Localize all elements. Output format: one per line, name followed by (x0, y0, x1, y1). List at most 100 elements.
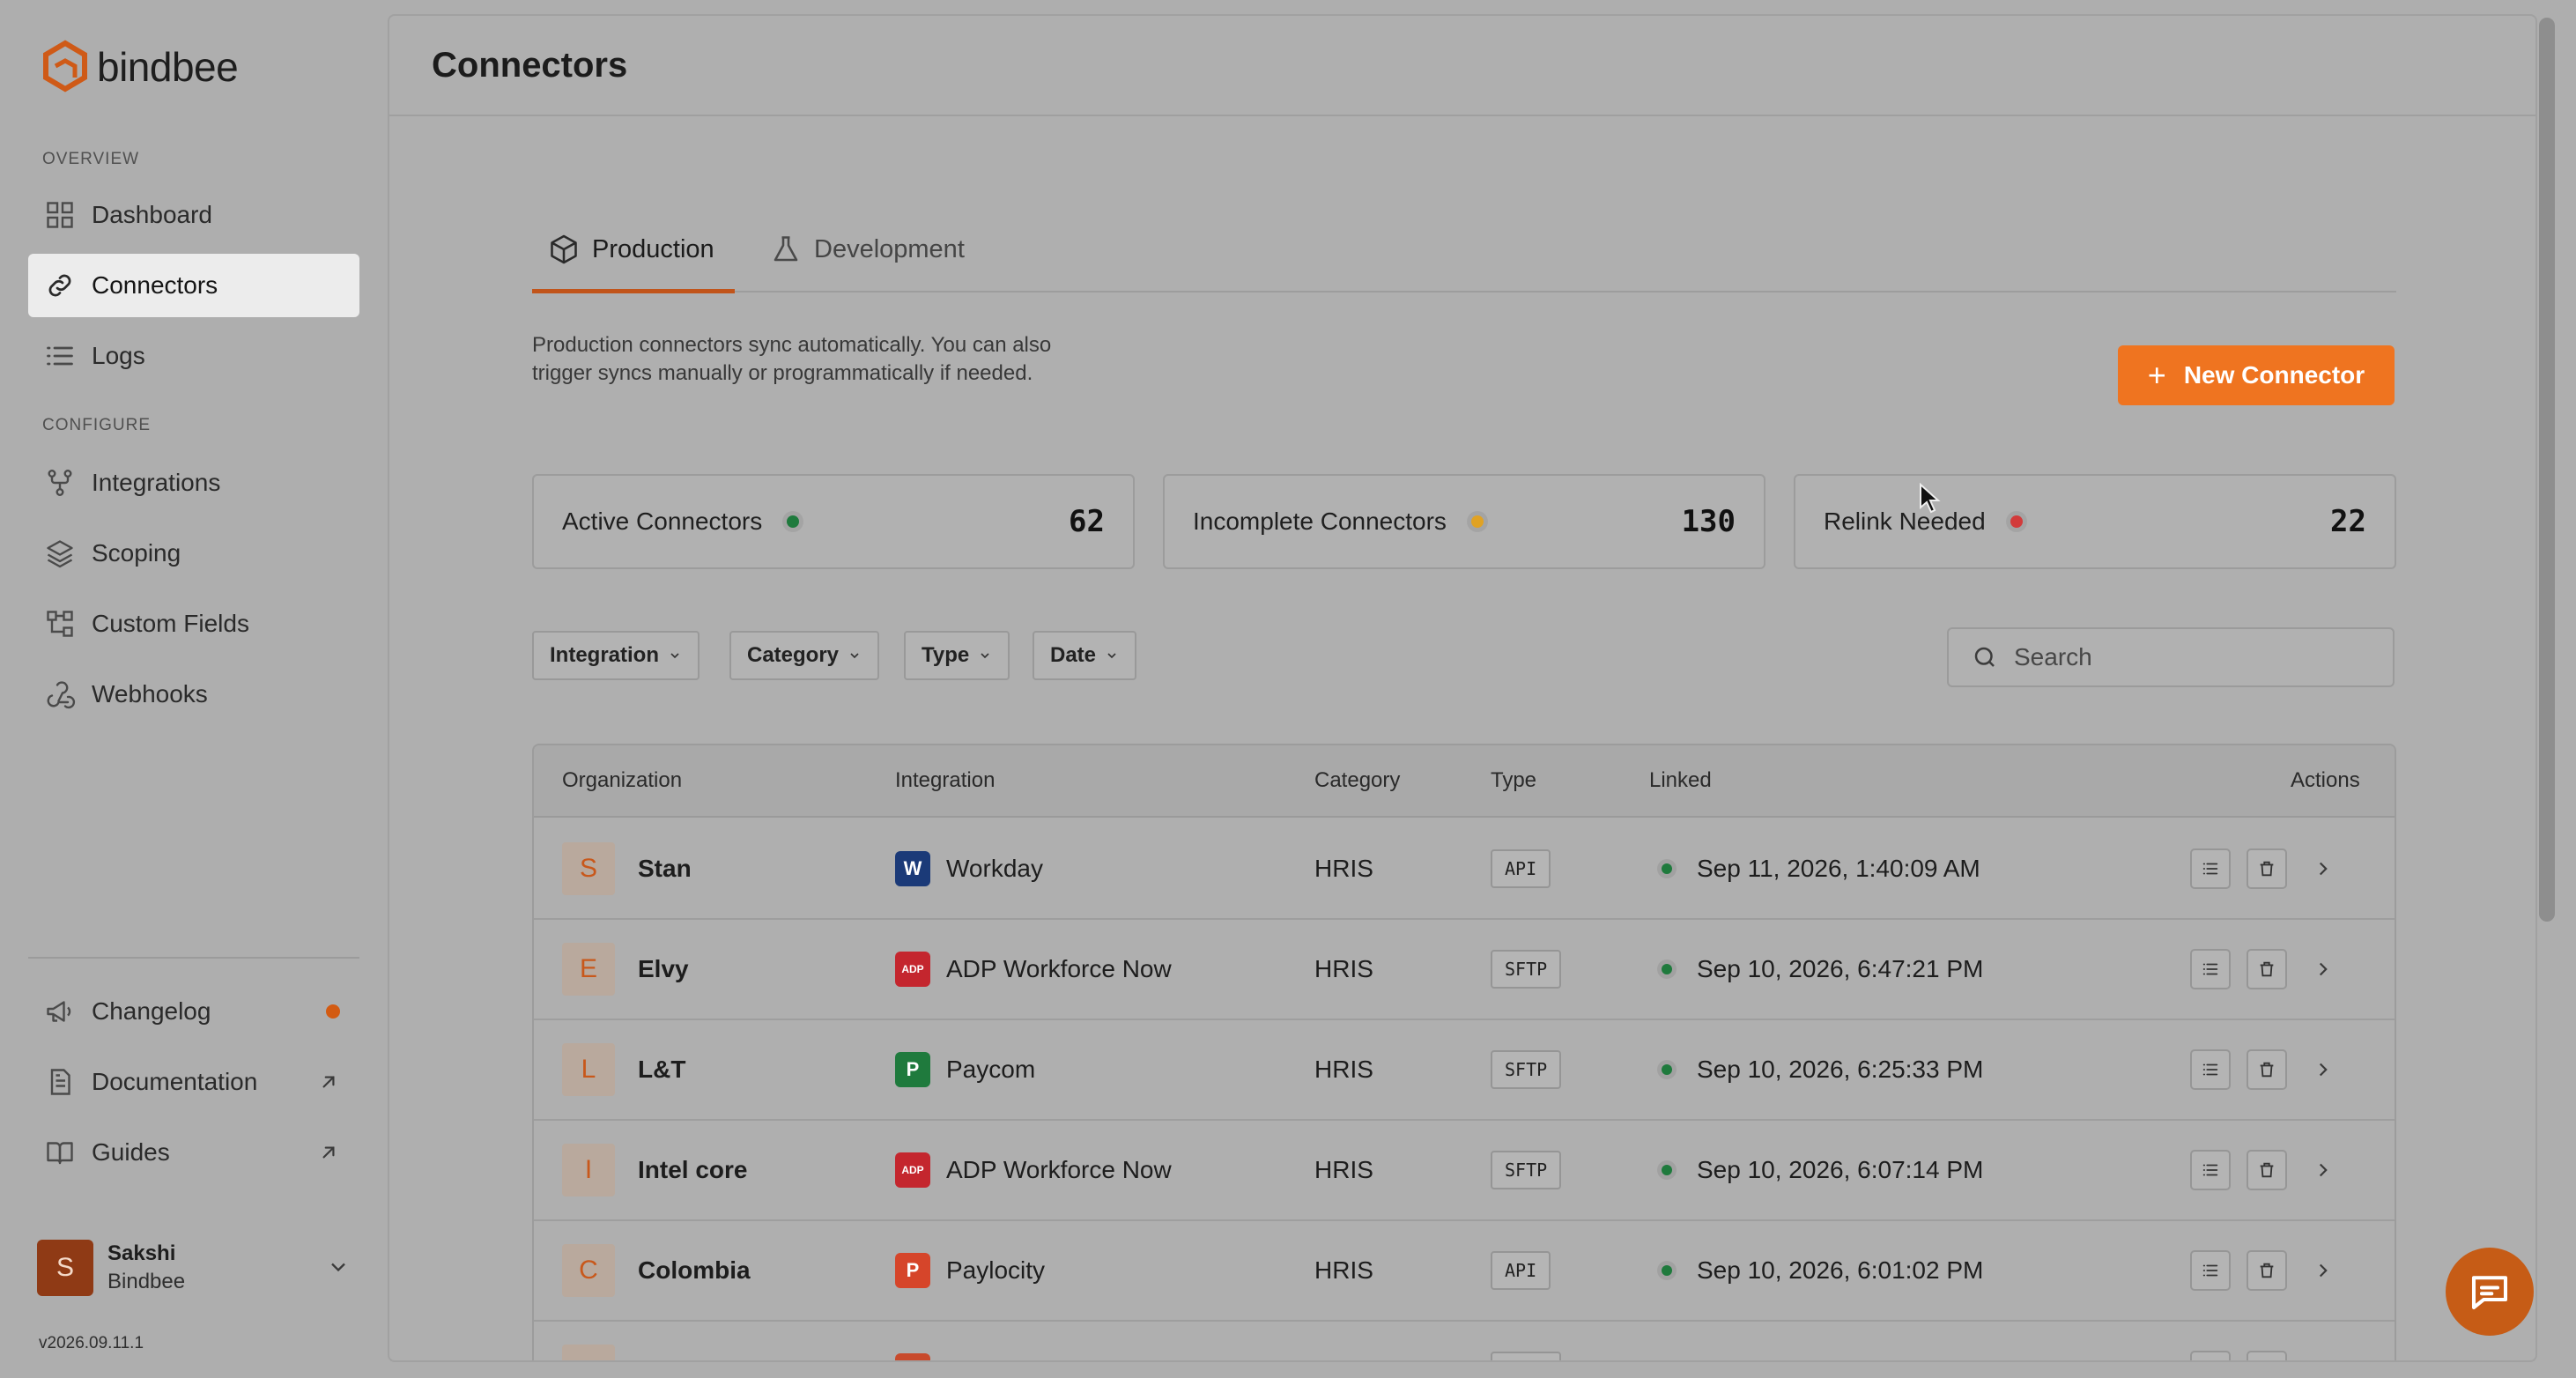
sidebar-item-guides[interactable]: Guides (28, 1121, 359, 1184)
sidebar-item-scoping[interactable]: Scoping (28, 522, 359, 585)
new-connector-button[interactable]: + New Connector (2118, 345, 2395, 405)
stat-value: 62 (1069, 504, 1105, 539)
app-logo[interactable]: bindbee (41, 39, 239, 95)
integration-cell: ADP ADP Workforce Now (895, 920, 1172, 1019)
sidebar-item-documentation[interactable]: Documentation (28, 1050, 359, 1114)
linked-date: Sep 10, 2026, 6:47:21 PM (1697, 955, 1984, 982)
delete-button[interactable] (2247, 949, 2287, 989)
sidebar-item-label: Connectors (92, 271, 218, 299)
view-logs-button[interactable] (2190, 1351, 2231, 1360)
integration-cell: P Paycom (895, 1020, 1035, 1119)
filter-date[interactable]: Date (1033, 631, 1137, 680)
chevron-down-icon[interactable] (326, 1255, 351, 1279)
sidebar-item-integrations[interactable]: Integrations (28, 451, 359, 515)
sidebar-item-dashboard[interactable]: Dashboard (28, 183, 359, 247)
chevron-right-icon[interactable] (2312, 1359, 2335, 1362)
tab-development[interactable]: Development (770, 224, 965, 275)
delete-button[interactable] (2247, 1150, 2287, 1190)
delete-button[interactable] (2247, 1351, 2287, 1360)
organization-name: Colombia (638, 1256, 751, 1284)
user-menu[interactable]: S Sakshi Bindbee (37, 1239, 359, 1297)
stat-card-active[interactable]: Active Connectors 62 (532, 474, 1135, 569)
link-icon (48, 274, 71, 297)
category-cell: HRIS (1314, 1256, 1373, 1284)
column-header-integration[interactable]: Integration (895, 768, 995, 793)
organization-cell: I Intel core (562, 1121, 747, 1219)
table-row[interactable]: E Elvy ADP ADP Workforce Now HRIS SFTP Sep 10,… (534, 920, 2395, 1020)
column-header-linked[interactable]: Linked (1649, 768, 1712, 793)
search-input[interactable] (2014, 643, 2366, 671)
integration-name: Paycom (946, 1056, 1036, 1083)
stat-card-incomplete[interactable]: Incomplete Connectors 130 (1163, 474, 1765, 569)
overview-section-label: OVERVIEW (42, 150, 140, 168)
organization-name: Elvy (638, 955, 689, 982)
delete-button[interactable] (2247, 1250, 2287, 1291)
plus-icon: + (2147, 357, 2166, 393)
sidebar-item-label: Logs (92, 342, 145, 369)
type-badge: API (1491, 849, 1551, 888)
chat-icon (2471, 1276, 2508, 1310)
bindbee-logo-icon (43, 40, 87, 93)
external-link-icon (322, 1146, 335, 1159)
stat-card-relink[interactable]: Relink Needed 22 (1794, 474, 2396, 569)
branch-icon (48, 469, 72, 496)
filter-type[interactable]: Type (904, 631, 1010, 680)
view-logs-button[interactable] (2190, 949, 2231, 989)
title-divider (389, 115, 2535, 116)
table-row[interactable]: S Stan W Workday HRIS API Sep 11, 2026, 1:40:0… (534, 819, 2395, 920)
table-row[interactable]: H HPC G Gusto HRIS SFTP Sep 10, 2026, 5:57:34 … (534, 1322, 2395, 1362)
column-header-type[interactable]: Type (1491, 768, 1536, 793)
sidebar-item-label: Changelog (92, 997, 211, 1025)
chevron-down-icon (981, 653, 989, 659)
tab-production[interactable]: Production (548, 224, 714, 275)
chevron-right-icon[interactable] (2312, 1259, 2335, 1282)
delete-button[interactable] (2247, 848, 2287, 889)
linked-cell: Sep 10, 2026, 5:57:34 PM (1649, 1322, 1983, 1360)
chevron-right-icon[interactable] (2312, 958, 2335, 981)
integration-name: Workday (946, 855, 1043, 882)
view-logs-button[interactable] (2190, 1150, 2231, 1190)
search-box[interactable] (1947, 627, 2395, 687)
sidebar-item-label: Integrations (92, 469, 221, 496)
sidebar: bindbee OVERVIEW Dashboard Connectors Lo… (0, 0, 388, 1378)
support-chat-button[interactable] (2446, 1248, 2534, 1336)
delete-button[interactable] (2247, 1049, 2287, 1090)
chevron-right-icon[interactable] (2312, 857, 2335, 880)
integration-logo-icon: P (895, 1052, 930, 1087)
megaphone-icon (47, 1001, 71, 1022)
organization-cell: E Elvy (562, 920, 689, 1019)
status-dot (787, 515, 800, 528)
sidebar-item-custom-fields[interactable]: Custom Fields (28, 592, 359, 656)
list-icon (2202, 1063, 2218, 1076)
sidebar-item-changelog[interactable]: Changelog (28, 980, 359, 1043)
sidebar-item-connectors[interactable]: Connectors (28, 254, 359, 317)
mouse-cursor-icon (1920, 483, 1941, 514)
tab-label: Production (592, 234, 714, 263)
table-row[interactable]: I Intel core ADP ADP Workforce Now HRIS SFTP S… (534, 1121, 2395, 1221)
column-header-category[interactable]: Category (1314, 768, 1400, 793)
organization-name: Intel core (638, 1156, 748, 1183)
view-logs-button[interactable] (2190, 848, 2231, 889)
sidebar-item-logs[interactable]: Logs (28, 324, 359, 388)
view-logs-button[interactable] (2190, 1250, 2231, 1291)
type-cell: SFTP (1491, 1020, 1562, 1119)
trash-icon (2260, 961, 2274, 977)
stat-value: 130 (1681, 504, 1736, 539)
filter-integration[interactable]: Integration (532, 631, 700, 680)
filter-category[interactable]: Category (729, 631, 880, 680)
status-dot (1662, 1064, 1672, 1075)
view-logs-button[interactable] (2190, 1049, 2231, 1090)
table-row[interactable]: L L&T P Paycom HRIS SFTP Sep 10, 2026, 6:25:33… (534, 1020, 2395, 1121)
integration-cell: P Paylocity (895, 1221, 1045, 1320)
column-header-organization[interactable]: Organization (562, 768, 682, 793)
chevron-right-icon[interactable] (2312, 1159, 2335, 1182)
linked-cell: Sep 10, 2026, 6:47:21 PM (1649, 920, 1983, 1019)
page-scrollbar[interactable] (2539, 18, 2555, 922)
avatar: S (37, 1240, 93, 1296)
linked-cell: Sep 11, 2026, 1:40:09 AM (1649, 819, 1980, 918)
sidebar-item-webhooks[interactable]: Webhooks (28, 663, 359, 726)
table-row[interactable]: C Colombia P Paylocity HRIS API Sep 10, 2026, … (534, 1221, 2395, 1322)
page-title: Connectors (432, 46, 628, 85)
chevron-right-icon[interactable] (2312, 1058, 2335, 1081)
document-icon (50, 1069, 70, 1095)
